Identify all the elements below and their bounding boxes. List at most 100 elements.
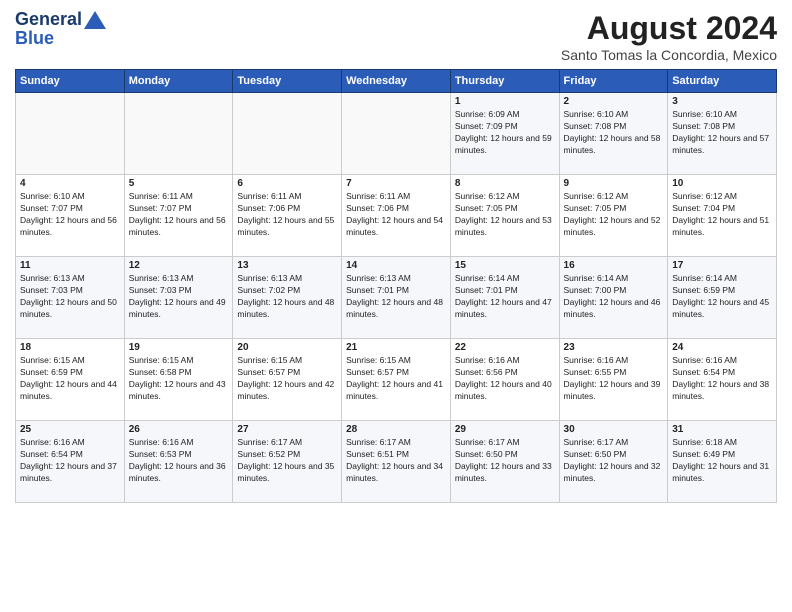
day-number: 1 — [455, 96, 555, 107]
day-number: 19 — [129, 342, 229, 353]
day-info: Sunrise: 6:13 AMSunset: 7:03 PMDaylight:… — [20, 273, 120, 321]
day-cell: 26 Sunrise: 6:16 AMSunset: 6:53 PMDayligh… — [124, 421, 233, 503]
weekday-header-friday: Friday — [559, 70, 668, 93]
day-cell: 14Sunrise: 6:13 AMSunset: 7:01 PMDayligh… — [342, 257, 451, 339]
week-row-5: 25 Sunrise: 6:16 AMSunset: 6:54 PMDayligh… — [16, 421, 777, 503]
week-row-1: 1 Sunrise: 6:09 AMSunset: 7:09 PMDaylight… — [16, 93, 777, 175]
day-info: Sunrise: 6:13 AMSunset: 7:02 PMDaylight:… — [237, 273, 337, 321]
day-number: 16 — [564, 260, 664, 271]
day-info: Sunrise: 6:11 AMSunset: 7:06 PMDaylight:… — [237, 191, 337, 239]
day-cell: 4 Sunrise: 6:10 AMSunset: 7:07 PMDaylight… — [16, 175, 125, 257]
day-number: 30 — [564, 424, 664, 435]
day-cell: 16Sunrise: 6:14 AMSunset: 7:00 PMDayligh… — [559, 257, 668, 339]
day-cell: 12 Sunrise: 6:13 AMSunset: 7:03 PMDayligh… — [124, 257, 233, 339]
day-cell: 23Sunrise: 6:16 AMSunset: 6:55 PMDayligh… — [559, 339, 668, 421]
main-title: August 2024 — [561, 10, 777, 47]
day-info: Sunrise: 6:10 AMSunset: 7:08 PMDaylight:… — [672, 109, 772, 157]
day-cell — [233, 93, 342, 175]
day-info: Sunrise: 6:16 AMSunset: 6:53 PMDaylight:… — [129, 437, 229, 485]
day-cell: 21Sunrise: 6:15 AMSunset: 6:57 PMDayligh… — [342, 339, 451, 421]
calendar-page: General Blue August 2024 Santo Tomas la … — [0, 0, 792, 612]
day-number: 31 — [672, 424, 772, 435]
day-info: Sunrise: 6:14 AMSunset: 6:59 PMDaylight:… — [672, 273, 772, 321]
day-number: 15 — [455, 260, 555, 271]
day-info: Sunrise: 6:15 AMSunset: 6:59 PMDaylight:… — [20, 355, 120, 403]
day-cell: 13 Sunrise: 6:13 AMSunset: 7:02 PMDayligh… — [233, 257, 342, 339]
logo-text: General — [15, 10, 106, 30]
week-row-2: 4 Sunrise: 6:10 AMSunset: 7:07 PMDaylight… — [16, 175, 777, 257]
day-number: 13 — [237, 260, 337, 271]
day-info: Sunrise: 6:12 AMSunset: 7:05 PMDaylight:… — [564, 191, 664, 239]
day-info: Sunrise: 6:14 AMSunset: 7:01 PMDaylight:… — [455, 273, 555, 321]
day-number: 24 — [672, 342, 772, 353]
logo-icon — [84, 11, 106, 29]
day-cell: 5 Sunrise: 6:11 AMSunset: 7:07 PMDaylight… — [124, 175, 233, 257]
logo-blue: Blue — [15, 28, 106, 49]
day-number: 12 — [129, 260, 229, 271]
day-info: Sunrise: 6:16 AMSunset: 6:54 PMDaylight:… — [20, 437, 120, 485]
day-cell: 15 Sunrise: 6:14 AMSunset: 7:01 PMDayligh… — [450, 257, 559, 339]
day-number: 26 — [129, 424, 229, 435]
day-info: Sunrise: 6:12 AMSunset: 7:05 PMDaylight:… — [455, 191, 555, 239]
day-cell: 30 Sunrise: 6:17 AMSunset: 6:50 PMDayligh… — [559, 421, 668, 503]
day-cell — [16, 93, 125, 175]
day-cell: 27 Sunrise: 6:17 AMSunset: 6:52 PMDayligh… — [233, 421, 342, 503]
day-cell: 24Sunrise: 6:16 AMSunset: 6:54 PMDayligh… — [668, 339, 777, 421]
day-info: Sunrise: 6:11 AMSunset: 7:06 PMDaylight:… — [346, 191, 446, 239]
week-row-4: 18Sunrise: 6:15 AMSunset: 6:59 PMDayligh… — [16, 339, 777, 421]
day-number: 7 — [346, 178, 446, 189]
day-cell: 19 Sunrise: 6:15 AMSunset: 6:58 PMDayligh… — [124, 339, 233, 421]
day-info: Sunrise: 6:09 AMSunset: 7:09 PMDaylight:… — [455, 109, 555, 157]
day-number: 11 — [20, 260, 120, 271]
day-cell: 17Sunrise: 6:14 AMSunset: 6:59 PMDayligh… — [668, 257, 777, 339]
day-info: Sunrise: 6:18 AMSunset: 6:49 PMDaylight:… — [672, 437, 772, 485]
day-number: 23 — [564, 342, 664, 353]
day-cell — [124, 93, 233, 175]
day-cell — [342, 93, 451, 175]
day-info: Sunrise: 6:12 AMSunset: 7:04 PMDaylight:… — [672, 191, 772, 239]
weekday-header-tuesday: Tuesday — [233, 70, 342, 93]
day-number: 29 — [455, 424, 555, 435]
weekday-header-wednesday: Wednesday — [342, 70, 451, 93]
day-info: Sunrise: 6:15 AMSunset: 6:57 PMDaylight:… — [237, 355, 337, 403]
day-cell: 2 Sunrise: 6:10 AMSunset: 7:08 PMDaylight… — [559, 93, 668, 175]
day-number: 2 — [564, 96, 664, 107]
day-cell: 9 Sunrise: 6:12 AMSunset: 7:05 PMDaylight… — [559, 175, 668, 257]
day-cell: 6 Sunrise: 6:11 AMSunset: 7:06 PMDaylight… — [233, 175, 342, 257]
day-info: Sunrise: 6:15 AMSunset: 6:58 PMDaylight:… — [129, 355, 229, 403]
day-info: Sunrise: 6:10 AMSunset: 7:07 PMDaylight:… — [20, 191, 120, 239]
day-cell: 25 Sunrise: 6:16 AMSunset: 6:54 PMDayligh… — [16, 421, 125, 503]
day-number: 6 — [237, 178, 337, 189]
day-number: 22 — [455, 342, 555, 353]
subtitle: Santo Tomas la Concordia, Mexico — [561, 47, 777, 63]
day-cell: 29 Sunrise: 6:17 AMSunset: 6:50 PMDayligh… — [450, 421, 559, 503]
weekday-header-row: SundayMondayTuesdayWednesdayThursdayFrid… — [16, 70, 777, 93]
day-info: Sunrise: 6:17 AMSunset: 6:50 PMDaylight:… — [455, 437, 555, 485]
week-row-3: 11 Sunrise: 6:13 AMSunset: 7:03 PMDayligh… — [16, 257, 777, 339]
day-number: 20 — [237, 342, 337, 353]
weekday-header-monday: Monday — [124, 70, 233, 93]
day-number: 21 — [346, 342, 446, 353]
day-info: Sunrise: 6:11 AMSunset: 7:07 PMDaylight:… — [129, 191, 229, 239]
day-cell: 1 Sunrise: 6:09 AMSunset: 7:09 PMDaylight… — [450, 93, 559, 175]
weekday-header-thursday: Thursday — [450, 70, 559, 93]
day-number: 27 — [237, 424, 337, 435]
day-number: 8 — [455, 178, 555, 189]
day-number: 9 — [564, 178, 664, 189]
day-cell: 11 Sunrise: 6:13 AMSunset: 7:03 PMDayligh… — [16, 257, 125, 339]
day-info: Sunrise: 6:17 AMSunset: 6:52 PMDaylight:… — [237, 437, 337, 485]
day-info: Sunrise: 6:10 AMSunset: 7:08 PMDaylight:… — [564, 109, 664, 157]
day-cell: 8 Sunrise: 6:12 AMSunset: 7:05 PMDaylight… — [450, 175, 559, 257]
logo-general: General — [15, 9, 82, 29]
day-info: Sunrise: 6:17 AMSunset: 6:51 PMDaylight:… — [346, 437, 446, 485]
day-info: Sunrise: 6:16 AMSunset: 6:56 PMDaylight:… — [455, 355, 555, 403]
day-number: 28 — [346, 424, 446, 435]
day-cell: 7 Sunrise: 6:11 AMSunset: 7:06 PMDaylight… — [342, 175, 451, 257]
weekday-header-saturday: Saturday — [668, 70, 777, 93]
day-cell: 20 Sunrise: 6:15 AMSunset: 6:57 PMDayligh… — [233, 339, 342, 421]
day-number: 5 — [129, 178, 229, 189]
day-info: Sunrise: 6:17 AMSunset: 6:50 PMDaylight:… — [564, 437, 664, 485]
day-number: 25 — [20, 424, 120, 435]
day-info: Sunrise: 6:13 AMSunset: 7:03 PMDaylight:… — [129, 273, 229, 321]
day-number: 4 — [20, 178, 120, 189]
